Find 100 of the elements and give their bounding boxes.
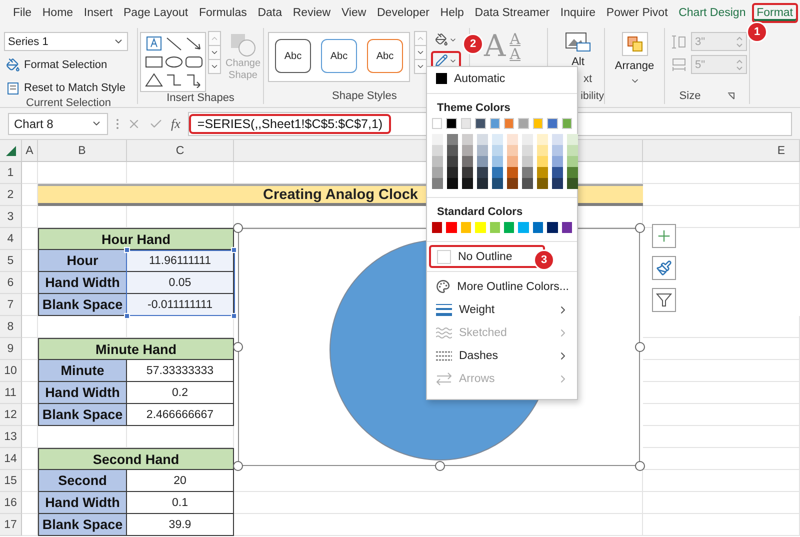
ribbon-tab[interactable]: View <box>336 3 372 23</box>
ribbon-tab[interactable]: File <box>8 3 37 23</box>
color-swatch[interactable] <box>432 167 443 178</box>
chart-filters-button[interactable] <box>652 288 676 312</box>
color-swatch[interactable] <box>475 222 486 233</box>
color-swatch[interactable] <box>504 118 514 129</box>
row-number[interactable]: 12 <box>0 404 22 426</box>
menu-item[interactable]: More Outline Colors... <box>427 275 577 298</box>
value-cell[interactable]: 0.05 <box>127 272 234 294</box>
ribbon-tab[interactable]: Data Streamer <box>470 3 555 23</box>
color-swatch[interactable] <box>507 134 518 145</box>
arrange-button[interactable] <box>622 32 648 56</box>
gallery-more-button[interactable] <box>208 59 221 74</box>
column-header[interactable]: B <box>38 140 127 161</box>
selection-handle[interactable] <box>231 313 237 319</box>
gallery-more-button[interactable] <box>414 59 427 74</box>
ribbon-tab[interactable]: Formulas <box>194 3 252 23</box>
color-swatch[interactable] <box>567 134 578 145</box>
color-swatch[interactable] <box>477 156 488 167</box>
grid-cell[interactable] <box>643 184 800 206</box>
menu-item[interactable]: Weight <box>427 298 577 321</box>
color-swatch[interactable] <box>446 118 457 129</box>
shape-style-preset[interactable]: Abc <box>321 39 357 73</box>
grid-cell[interactable] <box>643 162 800 184</box>
dialog-launcher-icon[interactable] <box>726 92 735 100</box>
ribbon-tab[interactable]: Data <box>252 3 288 23</box>
ribbon-tab[interactable]: Power Pivot <box>601 3 673 23</box>
color-swatch[interactable] <box>507 156 518 167</box>
color-swatch[interactable] <box>532 222 544 233</box>
scroll-down-button[interactable] <box>414 45 427 60</box>
value-cell[interactable]: 0.1 <box>127 492 234 514</box>
row-number[interactable]: 17 <box>0 514 22 536</box>
line-icon[interactable] <box>164 36 184 52</box>
row-number[interactable]: 1 <box>0 162 22 184</box>
grid-cell[interactable] <box>643 448 800 470</box>
color-swatch[interactable] <box>522 178 533 189</box>
resize-handle[interactable] <box>635 461 645 471</box>
value-cell[interactable]: 20 <box>127 470 234 492</box>
grid-cell[interactable] <box>643 360 800 382</box>
color-swatch[interactable] <box>447 167 458 178</box>
color-swatch[interactable] <box>492 134 503 145</box>
column-header[interactable]: E <box>643 140 800 161</box>
grid-cell[interactable] <box>643 382 800 404</box>
color-swatch[interactable] <box>462 145 473 156</box>
color-swatch[interactable] <box>462 134 473 145</box>
color-swatch[interactable] <box>567 167 578 178</box>
rounded-rectangle-icon[interactable] <box>184 54 204 70</box>
oval-icon[interactable] <box>164 54 184 70</box>
triangle-icon[interactable] <box>144 72 164 88</box>
shape-style-preset[interactable]: Abc <box>275 39 311 73</box>
color-swatch[interactable] <box>552 156 563 167</box>
color-swatch[interactable] <box>537 178 548 189</box>
ribbon-tab[interactable]: Inquire <box>555 3 601 23</box>
color-swatch[interactable] <box>432 134 443 145</box>
color-swatch[interactable] <box>462 178 473 189</box>
row-number[interactable]: 5 <box>0 250 22 272</box>
ribbon-tab[interactable]: Home <box>37 3 78 23</box>
color-swatch[interactable] <box>432 145 443 156</box>
color-swatch[interactable] <box>532 118 544 129</box>
color-swatch[interactable] <box>462 156 473 167</box>
color-swatch[interactable] <box>552 145 563 156</box>
color-swatch[interactable] <box>562 118 572 129</box>
rectangle-icon[interactable] <box>144 54 164 70</box>
chart-element-dropdown[interactable]: Series 1 <box>4 32 128 51</box>
color-swatch[interactable] <box>492 178 503 189</box>
color-swatch[interactable] <box>507 167 518 178</box>
value-cell[interactable]: 39.9 <box>127 514 234 536</box>
color-swatch[interactable] <box>446 222 457 233</box>
value-cell[interactable]: 11.96111111 <box>127 250 234 272</box>
color-swatch[interactable] <box>477 134 488 145</box>
grid-cell[interactable] <box>234 470 643 492</box>
column-header[interactable]: A <box>22 140 38 161</box>
color-swatch[interactable] <box>547 222 558 233</box>
color-swatch[interactable] <box>522 167 533 178</box>
shape-style-preset[interactable]: Abc <box>367 39 403 73</box>
color-swatch[interactable] <box>507 145 518 156</box>
grid-cell[interactable] <box>643 470 800 492</box>
row-number[interactable]: 16 <box>0 492 22 514</box>
alt-text-label[interactable]: Alt <box>572 56 584 68</box>
color-swatch[interactable] <box>475 118 486 129</box>
selection-handle[interactable] <box>231 247 237 253</box>
value-cell[interactable]: 57.33333333 <box>127 360 234 382</box>
column-header[interactable]: C <box>127 140 234 161</box>
grid-cell[interactable] <box>22 162 38 184</box>
resize-handle[interactable] <box>233 223 243 233</box>
chart-elements-button[interactable] <box>652 224 676 248</box>
value-cell[interactable]: -0.011111111 <box>127 294 234 316</box>
resize-handle[interactable] <box>435 461 445 471</box>
row-number[interactable]: 15 <box>0 470 22 492</box>
ribbon-tab[interactable]: Help <box>435 3 469 23</box>
resize-handle[interactable] <box>635 223 645 233</box>
grid-cell[interactable] <box>234 514 643 536</box>
grid-cell[interactable] <box>643 404 800 426</box>
color-swatch[interactable] <box>552 178 563 189</box>
color-swatch[interactable] <box>504 222 514 233</box>
color-swatch[interactable] <box>522 156 533 167</box>
color-swatch[interactable] <box>522 134 533 145</box>
ribbon-button[interactable]: Reset to Match Style <box>4 78 128 97</box>
scroll-up-button[interactable] <box>208 31 221 46</box>
color-swatch[interactable] <box>537 134 548 145</box>
